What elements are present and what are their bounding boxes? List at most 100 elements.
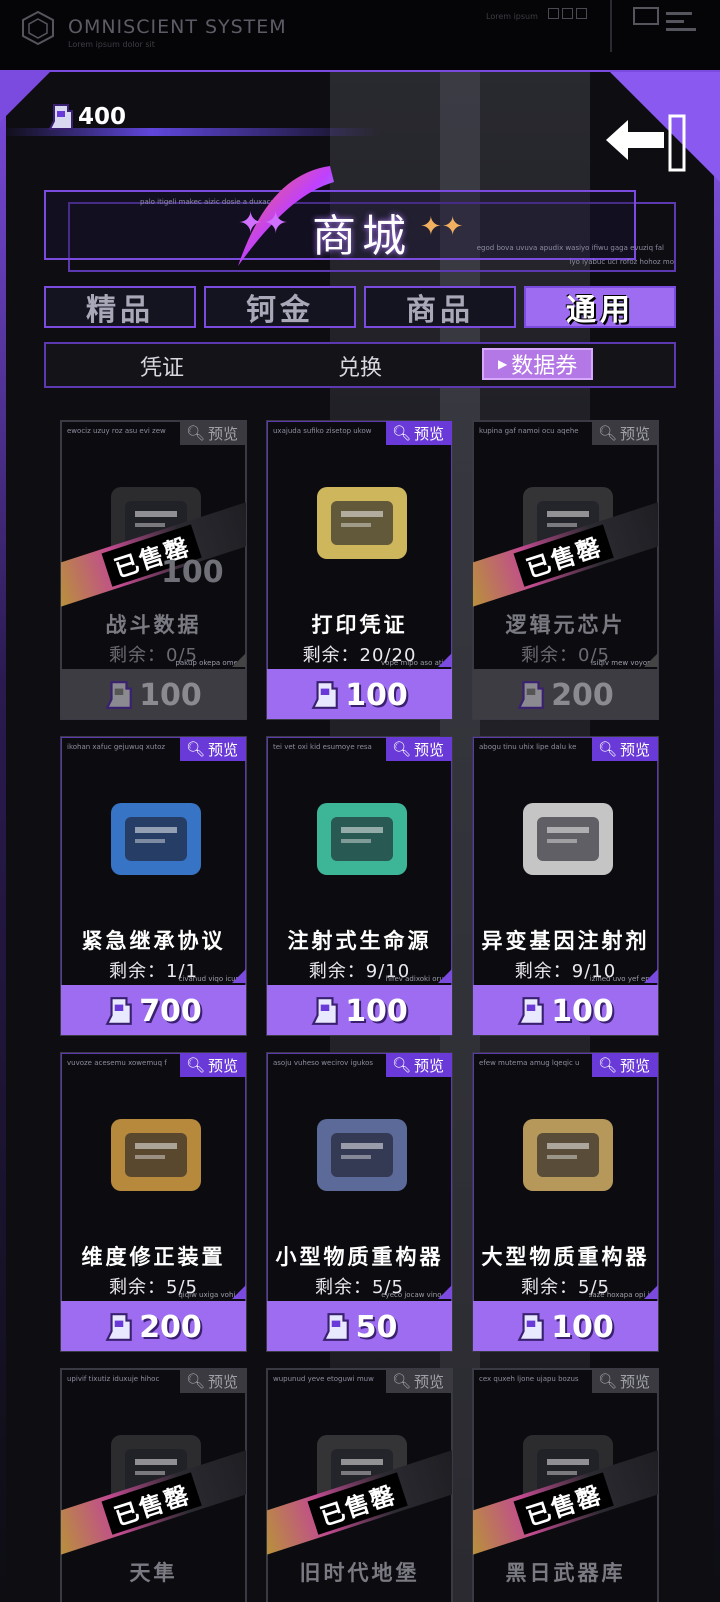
- panel-edge-right: [714, 72, 720, 1602]
- title-tiny-right: egod bova uvuva apudix wasiyo ifiwu gaga…: [476, 244, 664, 252]
- status-boxes: [548, 8, 587, 19]
- preview-button[interactable]: 🔍︎ 预览: [179, 737, 246, 761]
- card-corner: [438, 969, 452, 983]
- subtab-exchange[interactable]: 兑换: [338, 350, 382, 382]
- ticket-icon: [311, 997, 338, 1025]
- item-price: 100: [345, 993, 408, 1029]
- preview-button[interactable]: 🔍︎ 预览: [385, 1369, 452, 1393]
- item-name: 逻辑元芯片: [505, 613, 626, 637]
- preview-label: 预览: [413, 1056, 444, 1075]
- item-name: 异变基因注射剂: [481, 929, 650, 953]
- card-header-text: asoju vuheso wecirov igukos: [273, 1059, 374, 1067]
- game-shop-screen: { "system": { "name": "OMNISCIENT SYSTEM…: [0, 0, 720, 1602]
- preview-label: 预览: [413, 740, 444, 759]
- card-corner: [644, 653, 658, 667]
- item-card[interactable]: abogu tinu uhix lipe dalu ke 🔍︎ 预览 异变基因注射…: [472, 736, 659, 1036]
- buy-button[interactable]: 700: [61, 985, 246, 1035]
- preview-button[interactable]: 🔍︎ 预览: [591, 737, 658, 761]
- back-arrow-icon[interactable]: [604, 112, 688, 174]
- preview-button[interactable]: 🔍︎ 预览: [179, 1369, 246, 1393]
- ticket-icon: [105, 1313, 132, 1341]
- item-card[interactable]: vuvoze acesemu xowemuq f 🔍︎ 预览 维度修正装置 剩余：…: [60, 1052, 247, 1352]
- sparkle-right-icon: ✦✦: [420, 212, 464, 242]
- preview-button[interactable]: 🔍︎ 预览: [591, 1369, 658, 1393]
- omniscient-logo-icon: [22, 10, 54, 46]
- sold-number: 100: [161, 555, 224, 590]
- buy-button[interactable]: 200: [473, 669, 658, 719]
- tab-goods[interactable]: 商品: [364, 286, 516, 328]
- card-header-text: kupina gaf namoi ocu aqehe: [479, 427, 579, 435]
- card-corner: [644, 969, 658, 983]
- item-card[interactable]: cex quxeh ljone ujapu bozus 🔍︎ 预览 已售罄 黑日武…: [472, 1368, 659, 1602]
- item-card[interactable]: tei vet oxi kid esumoye resa 🔍︎ 预览 注射式生命源…: [266, 736, 453, 1036]
- page-title: 商城: [312, 211, 412, 262]
- panel-edge-left: [0, 72, 6, 1602]
- preview-button[interactable]: 🔍︎ 预览: [591, 421, 658, 445]
- subtab-data-coupon-label: 数据券: [511, 354, 578, 379]
- item-name: 小型物质重构器: [275, 1245, 444, 1269]
- card-corner: [232, 653, 246, 667]
- item-card[interactable]: asoju vuheso wecirov igukos 🔍︎ 预览 小型物质重构器…: [266, 1052, 453, 1352]
- card-header-text: ikohan xafuc gejuwuq xutoz: [67, 743, 166, 751]
- preview-button[interactable]: 🔍︎ 预览: [385, 737, 452, 761]
- item-price: 200: [139, 1309, 202, 1345]
- item-card[interactable]: wupunud yeve etoguwi muw 🔍︎ 预览 已售罄 旧时代地堡: [266, 1368, 453, 1602]
- preview-label: 预览: [619, 740, 650, 759]
- item-art-icon: [523, 1119, 613, 1191]
- search-icon: 🔍︎: [597, 1372, 617, 1390]
- buy-button[interactable]: 100: [473, 985, 658, 1035]
- preview-label: 预览: [413, 424, 444, 443]
- ticket-icon: [105, 681, 132, 709]
- search-icon: 🔍︎: [597, 424, 617, 442]
- system-lorem: Lorem ipsum: [486, 12, 538, 21]
- buy-button[interactable]: 200: [61, 1301, 246, 1351]
- preview-button[interactable]: 🔍︎ 预览: [385, 1053, 452, 1077]
- tab-boutique[interactable]: 精品: [44, 286, 196, 328]
- currency-amount: 400: [78, 104, 127, 130]
- preview-button[interactable]: 🔍︎ 预览: [179, 421, 246, 445]
- preview-button[interactable]: 🔍︎ 预览: [591, 1053, 658, 1077]
- subtab-voucher[interactable]: 凭证: [140, 350, 184, 382]
- ticket-icon: [517, 681, 544, 709]
- ticket-icon: [322, 1313, 349, 1341]
- buy-button[interactable]: 100: [267, 669, 452, 719]
- item-card[interactable]: efew mutema amug lqeqic u 🔍︎ 预览 大型物质重构器 剩…: [472, 1052, 659, 1352]
- item-art-icon: [111, 803, 201, 875]
- card-header-text: abogu tinu uhix lipe dalu ke: [479, 743, 577, 751]
- search-icon: 🔍︎: [185, 740, 205, 758]
- status-bars-icon: [633, 7, 696, 31]
- card-header-text: vuvoze acesemu xowemuq f: [67, 1059, 167, 1067]
- search-icon: 🔍︎: [391, 1056, 411, 1074]
- item-card[interactable]: kupina gaf namoi ocu aqehe 🔍︎ 预览 已售罄 逻辑元芯…: [472, 420, 659, 720]
- card-corner: [232, 1285, 246, 1299]
- buy-button[interactable]: 100: [61, 669, 246, 719]
- title-tiny-right2: iyo lyabuc uci rofoz hohoz mo: [569, 258, 674, 266]
- preview-label: 预览: [207, 424, 238, 443]
- tab-gold[interactable]: 钶金: [204, 286, 356, 328]
- item-name: 维度修正装置: [81, 1245, 226, 1269]
- divider: [610, 0, 612, 52]
- item-card[interactable]: ewociz uzuy roz asu evi zew 🔍︎ 预览 已售罄 100…: [60, 420, 247, 720]
- preview-label: 预览: [619, 1056, 650, 1075]
- item-art-icon: [111, 1119, 201, 1191]
- item-card[interactable]: ikohan xafuc gejuwuq xutoz 🔍︎ 预览 紧急继承协议 剩…: [60, 736, 247, 1036]
- item-card[interactable]: upivif tixutiz iduxuje hihoc 🔍︎ 预览 已售罄 天隼: [60, 1368, 247, 1602]
- buy-button[interactable]: 100: [473, 1301, 658, 1351]
- buy-button[interactable]: 100: [267, 985, 452, 1035]
- play-arrow-icon: ▶: [498, 357, 508, 371]
- preview-button[interactable]: 🔍︎ 预览: [179, 1053, 246, 1077]
- card-header-text: ewociz uzuy roz asu evi zew: [67, 427, 166, 435]
- item-name: 打印凭证: [311, 613, 408, 637]
- item-card[interactable]: uxajuda sufiko zisetop ukow 🔍︎ 预览 打印凭证 剩余…: [266, 420, 453, 720]
- item-price: 700: [139, 993, 202, 1029]
- preview-label: 预览: [413, 1372, 444, 1391]
- item-name: 黑日武器库: [505, 1561, 626, 1585]
- ticket-icon: [48, 104, 73, 130]
- search-icon: 🔍︎: [597, 1056, 617, 1074]
- preview-label: 预览: [619, 1372, 650, 1391]
- preview-button[interactable]: 🔍︎ 预览: [385, 421, 452, 445]
- buy-button[interactable]: 50: [267, 1301, 452, 1351]
- subtab-data-coupon[interactable]: ▶ 数据券: [482, 348, 594, 380]
- tab-general[interactable]: 通用: [524, 286, 676, 328]
- item-price: 100: [345, 677, 408, 713]
